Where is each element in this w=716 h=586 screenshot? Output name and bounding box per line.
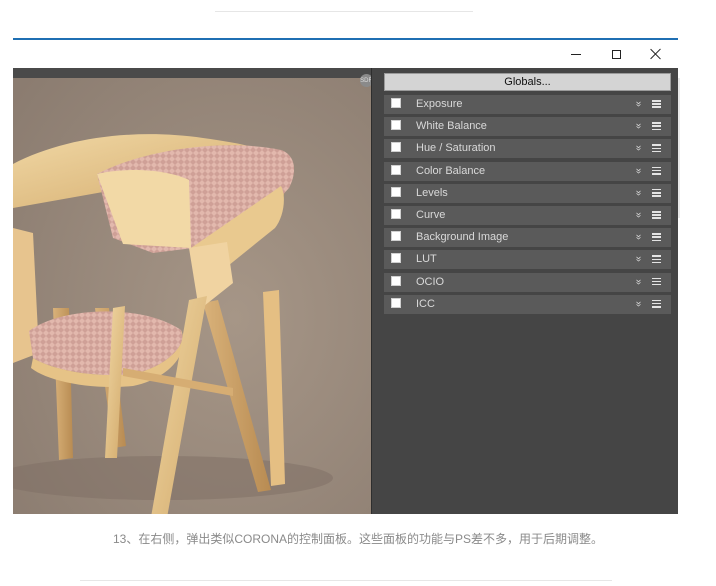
menu-icon[interactable] [652,233,661,242]
layer-label: LUT [416,253,437,266]
layer-label: Curve [416,208,446,221]
menu-icon[interactable] [652,100,661,108]
menu-icon[interactable] [652,166,661,175]
chevron-double-down-icon[interactable]: » [631,301,645,307]
article-caption: 13、在右侧，弹出类似CORONA的控制面板。这些面板的功能与PS差不多，用于后… [112,532,604,546]
layer-label: Exposure [416,98,463,110]
layer-enable-checkbox[interactable] [391,231,401,242]
post-processing-panel: Globals... Exposure» White Balance» Hue / … [372,68,678,514]
chevron-double-down-icon[interactable]: » [631,123,645,129]
chevron-double-down-icon[interactable]: » [631,146,645,152]
menu-icon[interactable] [652,188,661,197]
layer-row[interactable]: Hue / Saturation » [384,139,671,159]
render-viewport[interactable]: SDR [13,68,371,514]
menu-icon[interactable] [652,255,661,264]
frame-buffer-window: SDR Globals... Exposure» White Balance» Hu… [13,38,678,514]
chevron-double-down-icon[interactable]: » [631,190,645,196]
maximize-icon [611,49,621,59]
layer-row[interactable]: Exposure » [384,95,671,114]
sdr-badge-icon[interactable]: SDR [360,74,371,87]
layer-row[interactable]: Curve » [384,205,671,225]
layer-row[interactable]: Color Balance » [384,161,671,181]
layer-enable-checkbox[interactable] [391,142,401,153]
menu-icon[interactable] [652,299,661,308]
layer-label: OCIO [416,275,445,288]
layer-label: Levels [416,186,448,199]
minimize-icon [571,53,581,55]
top-divider [215,11,473,12]
globals-button[interactable]: Globals... [384,73,671,91]
minimize-button[interactable] [556,40,596,68]
menu-icon[interactable] [652,210,661,219]
layer-enable-checkbox[interactable] [391,98,401,108]
maximize-button[interactable] [596,40,636,68]
chevron-double-down-icon[interactable]: » [631,279,645,285]
bottom-divider [80,580,612,581]
layer-enable-checkbox[interactable] [391,253,401,264]
layer-enable-checkbox[interactable] [391,186,401,197]
title-bar [13,40,676,68]
layer-label: Background Image [416,231,509,244]
chevron-double-down-icon[interactable]: » [631,212,645,218]
menu-icon[interactable] [652,277,661,286]
layer-enable-checkbox[interactable] [391,275,401,286]
chevron-double-down-icon[interactable]: » [631,168,645,174]
layer-enable-checkbox[interactable] [391,120,401,131]
menu-icon[interactable] [652,122,661,131]
layer-row[interactable]: White Balance » [384,117,671,137]
chevron-double-down-icon[interactable]: » [631,101,645,107]
layer-row[interactable]: LUT » [384,250,671,270]
layer-enable-checkbox[interactable] [391,208,401,219]
layer-label: White Balance [416,120,487,133]
layer-label: Color Balance [416,164,486,177]
chevron-double-down-icon[interactable]: » [631,234,645,240]
viewport-toolbar [13,68,371,78]
layer-label: Hue / Saturation [416,142,496,155]
chevron-double-down-icon[interactable]: » [631,257,645,263]
close-icon [650,48,662,60]
close-button[interactable] [636,40,676,68]
layer-list: Exposure » White Balance » Hue / Saturation »… [384,95,671,317]
layer-enable-checkbox[interactable] [391,297,401,308]
layer-row[interactable]: Levels » [384,183,671,203]
layer-row[interactable]: OCIO » [384,272,671,292]
layer-enable-checkbox[interactable] [391,164,401,175]
menu-icon[interactable] [652,144,661,153]
page-scroll-strip [678,78,680,218]
render-image [13,78,371,514]
layer-label: ICC [416,297,435,310]
layer-row[interactable]: Background Image » [384,228,671,248]
layer-row[interactable]: ICC » [384,294,671,314]
window-content: SDR Globals... Exposure» White Balance» Hu… [13,68,678,514]
